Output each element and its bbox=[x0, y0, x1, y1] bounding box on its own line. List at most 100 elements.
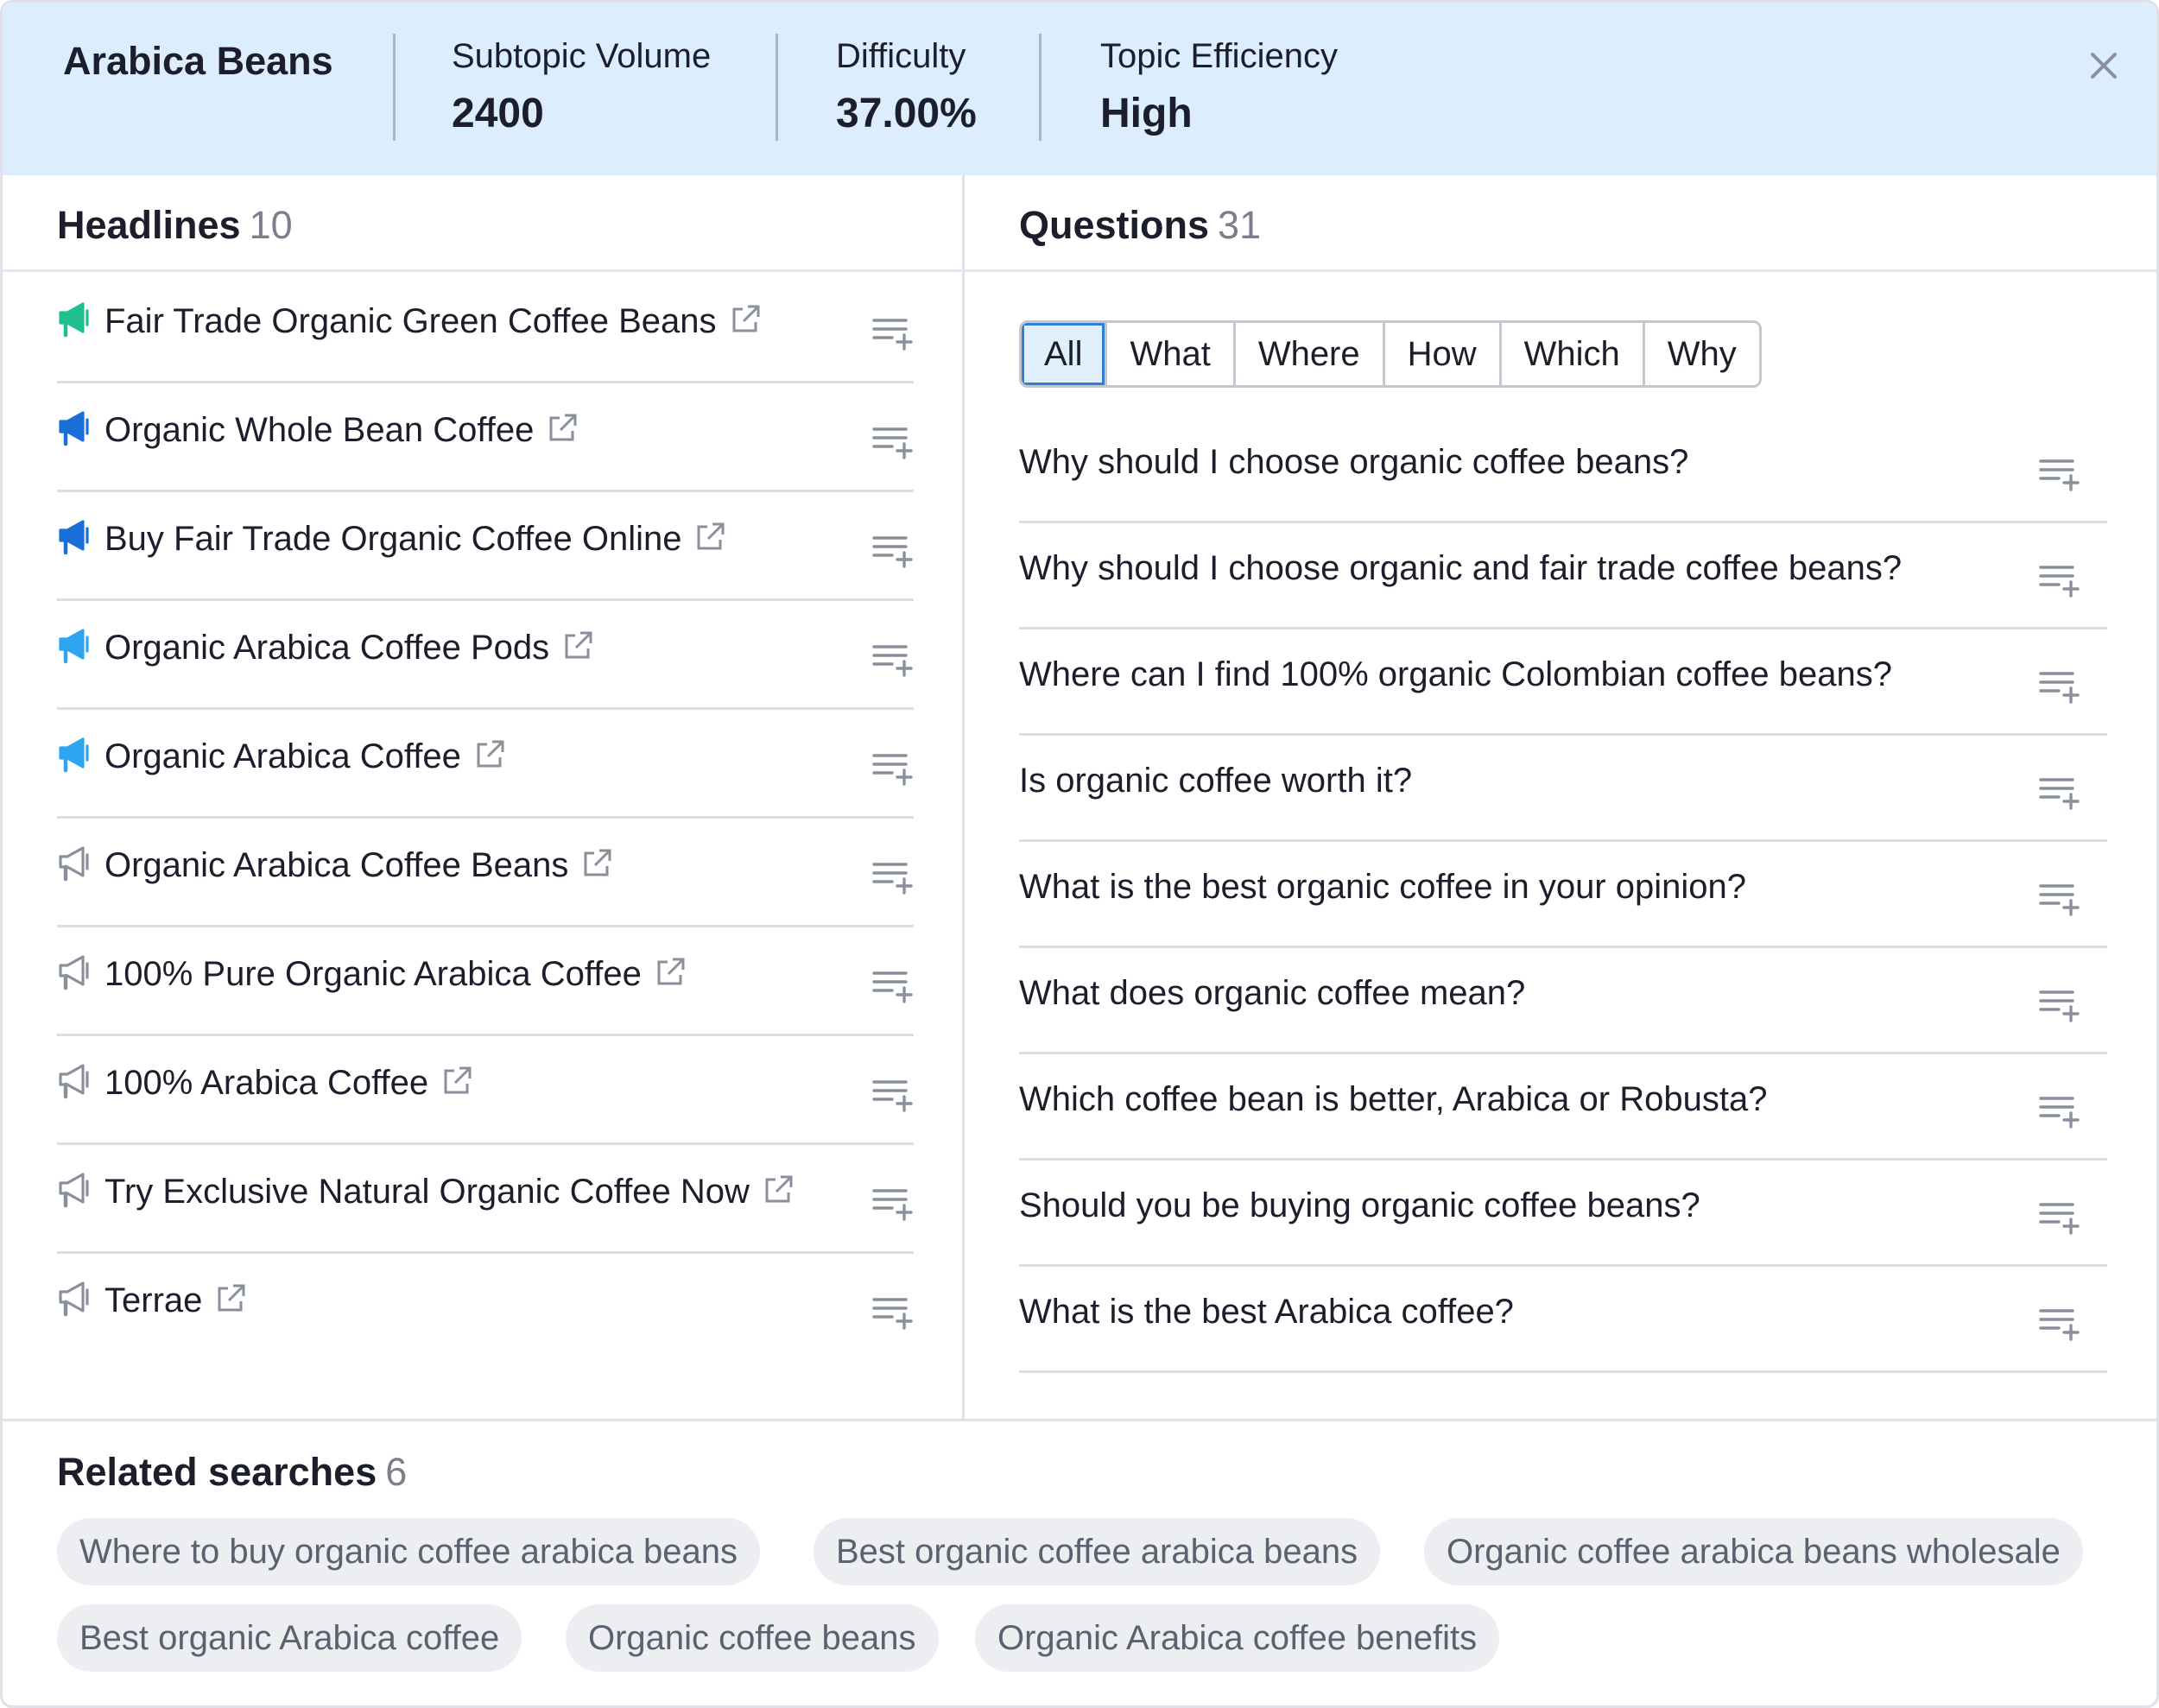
related-search-chip[interactable]: Best organic coffee arabica beans bbox=[814, 1518, 1381, 1585]
headlines-count: 10 bbox=[249, 203, 293, 247]
headline-text: Buy Fair Trade Organic Coffee Online bbox=[104, 520, 726, 559]
megaphone-outline-icon bbox=[59, 1064, 89, 1099]
add-to-list-icon[interactable] bbox=[2038, 1200, 2081, 1235]
related-search-chip[interactable]: Best organic Arabica coffee bbox=[57, 1604, 522, 1672]
related-title-text: Related searches bbox=[57, 1450, 377, 1494]
megaphone-outline-icon bbox=[59, 1173, 89, 1208]
question-row[interactable]: Should you be buying organic coffee bean… bbox=[1019, 1161, 2107, 1267]
header-divider bbox=[776, 34, 778, 141]
external-link-icon[interactable] bbox=[762, 1173, 795, 1206]
question-text: Where can I find 100% organic Colombian … bbox=[1019, 655, 1892, 693]
add-to-list-icon[interactable] bbox=[871, 316, 915, 351]
add-to-list-icon[interactable] bbox=[2038, 988, 2081, 1022]
headline-label: Buy Fair Trade Organic Coffee Online bbox=[104, 520, 682, 558]
headline-row[interactable]: Buy Fair Trade Organic Coffee Online bbox=[57, 492, 914, 601]
external-link-icon[interactable] bbox=[546, 412, 579, 445]
add-to-list-icon[interactable] bbox=[871, 1078, 915, 1112]
headline-label: Organic Arabica Coffee Pods bbox=[104, 629, 550, 667]
add-to-list-icon[interactable] bbox=[871, 425, 915, 459]
question-row[interactable]: Why should I choose organic coffee beans… bbox=[1019, 417, 2107, 523]
add-to-list-icon[interactable] bbox=[871, 1186, 915, 1221]
headline-label: 100% Pure Organic Arabica Coffee bbox=[104, 955, 642, 993]
headlines-title: Headlines 10 bbox=[57, 203, 293, 248]
related-search-chip[interactable]: Where to buy organic coffee arabica bean… bbox=[57, 1518, 760, 1585]
question-row[interactable]: Where can I find 100% organic Colombian … bbox=[1019, 629, 2107, 736]
question-row[interactable]: What does organic coffee mean? bbox=[1019, 948, 2107, 1054]
external-link-icon[interactable] bbox=[580, 847, 613, 880]
external-link-icon[interactable] bbox=[473, 738, 506, 771]
filter-tab-why[interactable]: Why bbox=[1642, 323, 1759, 385]
question-row[interactable]: What is the best Arabica coffee? bbox=[1019, 1267, 2107, 1373]
headline-row[interactable]: Fair Trade Organic Green Coffee Beans bbox=[57, 275, 914, 383]
metric-label: Difficulty bbox=[836, 37, 966, 75]
header-divider bbox=[393, 34, 396, 141]
filter-tab-all[interactable]: All bbox=[1022, 323, 1105, 385]
headline-row[interactable]: Organic Whole Bean Coffee bbox=[57, 383, 914, 492]
metric-value: High bbox=[1100, 91, 1193, 136]
related-search-chip[interactable]: Organic coffee beans bbox=[566, 1604, 939, 1672]
headline-row[interactable]: Organic Arabica Coffee Pods bbox=[57, 601, 914, 710]
megaphone-filled-icon bbox=[59, 737, 89, 773]
external-link-icon[interactable] bbox=[440, 1065, 473, 1098]
megaphone-filled-icon bbox=[59, 302, 89, 338]
add-to-list-icon[interactable] bbox=[871, 860, 915, 895]
headline-row[interactable]: Organic Arabica Coffee bbox=[57, 710, 914, 819]
related-search-chip[interactable]: Organic Arabica coffee benefits bbox=[975, 1604, 1500, 1672]
headline-label: Fair Trade Organic Green Coffee Beans bbox=[104, 302, 717, 340]
external-link-icon[interactable] bbox=[729, 303, 762, 336]
megaphone-filled-icon bbox=[59, 520, 89, 555]
headline-row[interactable]: 100% Pure Organic Arabica Coffee bbox=[57, 927, 914, 1036]
question-row[interactable]: Which coffee bean is better, Arabica or … bbox=[1019, 1054, 2107, 1161]
add-to-list-icon[interactable] bbox=[2038, 563, 2081, 598]
headline-text: Organic Arabica Coffee Pods bbox=[104, 629, 594, 667]
add-to-list-icon[interactable] bbox=[2038, 1094, 2081, 1129]
question-text: What is the best Arabica coffee? bbox=[1019, 1293, 1514, 1331]
add-to-list-icon[interactable] bbox=[2038, 457, 2081, 491]
filter-tab-which[interactable]: Which bbox=[1498, 323, 1643, 385]
add-to-list-icon[interactable] bbox=[2038, 669, 2081, 704]
headline-row[interactable]: Try Exclusive Natural Organic Coffee Now bbox=[57, 1145, 914, 1254]
topic-title: Arabica Beans bbox=[63, 39, 333, 83]
questions-header: Questions 31 bbox=[965, 175, 2156, 272]
question-row[interactable]: What is the best organic coffee in your … bbox=[1019, 842, 2107, 948]
filter-tab-what[interactable]: What bbox=[1105, 323, 1233, 385]
questions-title: Questions 31 bbox=[1019, 203, 1261, 248]
filter-tab-where[interactable]: Where bbox=[1232, 323, 1383, 385]
headlines-title-text: Headlines bbox=[57, 203, 241, 247]
headlines-header: Headlines 10 bbox=[3, 175, 962, 272]
add-to-list-icon[interactable] bbox=[2038, 775, 2081, 810]
metric-difficulty: Difficulty 37.00% bbox=[836, 37, 977, 137]
add-to-list-icon[interactable] bbox=[2038, 1306, 2081, 1341]
question-text: Which coffee bean is better, Arabica or … bbox=[1019, 1080, 1768, 1118]
topic-header: Arabica Beans Subtopic Volume 2400 Diffi… bbox=[3, 3, 2156, 175]
section-divider bbox=[3, 1419, 2156, 1421]
filter-tab-how[interactable]: How bbox=[1382, 323, 1499, 385]
related-searches-title: Related searches 6 bbox=[57, 1450, 407, 1495]
topic-card: Arabica Beans Subtopic Volume 2400 Diffi… bbox=[0, 0, 2159, 1708]
headline-text: Organic Whole Bean Coffee bbox=[104, 411, 579, 450]
headline-row[interactable]: 100% Arabica Coffee bbox=[57, 1036, 914, 1145]
add-to-list-icon[interactable] bbox=[871, 534, 915, 568]
add-to-list-icon[interactable] bbox=[871, 969, 915, 1003]
external-link-icon[interactable] bbox=[214, 1282, 247, 1315]
question-row[interactable]: Why should I choose organic and fair tra… bbox=[1019, 523, 2107, 629]
question-text: Why should I choose organic and fair tra… bbox=[1019, 549, 1903, 587]
related-search-chip[interactable]: Organic coffee arabica beans wholesale bbox=[1424, 1518, 2083, 1585]
question-text: What does organic coffee mean? bbox=[1019, 974, 1526, 1012]
add-to-list-icon[interactable] bbox=[871, 751, 915, 786]
question-text: Why should I choose organic coffee beans… bbox=[1019, 443, 1689, 481]
question-row[interactable]: Is organic coffee worth it? bbox=[1019, 736, 2107, 842]
external-link-icon[interactable] bbox=[561, 629, 594, 662]
add-to-list-icon[interactable] bbox=[2038, 882, 2081, 916]
headline-row[interactable]: Terrae bbox=[57, 1254, 914, 1363]
close-icon[interactable] bbox=[2082, 44, 2125, 87]
add-to-list-icon[interactable] bbox=[871, 1295, 915, 1330]
questions-title-text: Questions bbox=[1019, 203, 1210, 247]
external-link-icon[interactable] bbox=[654, 956, 687, 989]
metric-value: 2400 bbox=[452, 91, 544, 136]
external-link-icon[interactable] bbox=[693, 521, 726, 554]
headline-row[interactable]: Organic Arabica Coffee Beans bbox=[57, 819, 914, 927]
question-text: Should you be buying organic coffee bean… bbox=[1019, 1186, 1700, 1224]
headline-text: 100% Pure Organic Arabica Coffee bbox=[104, 955, 687, 994]
add-to-list-icon[interactable] bbox=[871, 642, 915, 677]
